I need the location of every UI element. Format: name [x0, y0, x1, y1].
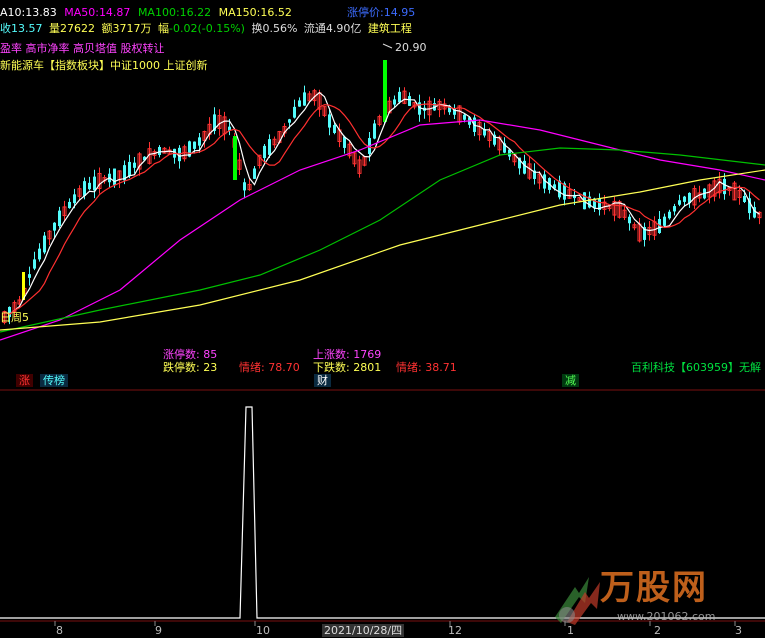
candle-body [723, 178, 726, 195]
candle-body [678, 200, 681, 205]
candle-body [53, 222, 56, 231]
change-value: -0.02(-0.15%) [169, 22, 245, 35]
candle-body [253, 168, 256, 179]
volume: 量27622 [49, 22, 95, 35]
sentiment-1: 情绪: 78.70 [239, 361, 300, 374]
candle-body [113, 168, 116, 185]
tag-chuanbang[interactable]: 传榜 [40, 374, 68, 387]
tag-zhang[interactable]: 涨 [16, 374, 33, 387]
candle-body [263, 145, 266, 159]
candle-body [683, 196, 686, 202]
candle-body [333, 125, 336, 133]
candle-body [83, 181, 86, 196]
high-price-label: 20.90 [395, 41, 427, 54]
candle-body [38, 248, 41, 260]
high-price-pointer [382, 43, 393, 49]
change-label: 幅 [158, 22, 169, 35]
watermark-logo: 万股网 www.201062.com [545, 567, 745, 627]
ma150-value: MA150:16.52 [218, 6, 292, 19]
ma100-value: MA100:16.22 [137, 6, 212, 19]
watermark-brand: 万股网 [600, 568, 708, 608]
arrows-icon [555, 577, 600, 625]
candle-body [743, 196, 746, 202]
highlight-candle [233, 136, 237, 180]
sentiment-2: 情绪: 38.71 [396, 361, 457, 374]
ma10-line [4, 91, 760, 316]
candle-body [33, 259, 36, 269]
date-8: 8 [56, 624, 63, 637]
candle-body [298, 100, 301, 107]
close-price: 收13.57 [0, 22, 43, 35]
candle-body [303, 92, 306, 106]
candle-body [668, 211, 671, 219]
stock-info: 百利科技【603959】无解 [631, 361, 761, 374]
candle-body [523, 160, 526, 174]
candle-body [73, 194, 76, 204]
candle-body [158, 147, 161, 155]
candle-body [328, 114, 331, 128]
ma50-value: MA50:14.87 [64, 6, 131, 19]
candle-body [128, 161, 131, 177]
amount: 额3717万 [101, 22, 152, 35]
current-date: 2021/10/28/四 [322, 624, 405, 637]
watermark-site: www.201062.com [617, 610, 716, 623]
candle-body [243, 182, 246, 191]
concept-tags-row1: 盈率 高市净率 高贝塔值 股权转让 [0, 42, 165, 55]
candle-body [398, 91, 401, 103]
candle-body [293, 106, 296, 118]
week-label: 日周5 [0, 311, 29, 324]
candle-body [628, 216, 631, 224]
ma150-line [0, 169, 765, 331]
candle-body [268, 139, 271, 155]
float-cap: 流通4.90亿 [303, 22, 362, 35]
stock-chart-window: A10:13.83 MA50:14.87 MA100:16.22 MA150:1… [0, 0, 765, 638]
date-10: 10 [256, 624, 270, 637]
candle-body [68, 201, 71, 209]
candle-body [408, 96, 411, 106]
candle-body [393, 99, 396, 105]
candle-body [28, 274, 31, 278]
candle-body [673, 206, 676, 212]
candle-body [88, 182, 91, 190]
ma-lines-group [0, 91, 765, 341]
candle-body [663, 216, 666, 226]
candle-body [43, 235, 46, 253]
candle-body [193, 141, 196, 149]
candle-body [93, 176, 96, 191]
highlight-candle [383, 60, 387, 122]
turnover: 换0.56% [251, 22, 298, 35]
down-count: 下跌数: 2801 [313, 361, 382, 374]
candle-body [58, 210, 61, 227]
tag-cai[interactable]: 财 [314, 374, 331, 387]
ma10-value: A10:13.83 [0, 6, 57, 19]
concept-tags-row2: 新能源车【指数板块】中证1000 上证创新 [0, 59, 208, 72]
candlestick-chart[interactable] [0, 0, 765, 638]
date-12: 12 [448, 624, 462, 637]
candle-body [463, 114, 466, 120]
candle-body [198, 137, 201, 146]
candle-body [133, 162, 136, 168]
tag-jian[interactable]: 减 [562, 374, 579, 387]
date-9: 9 [155, 624, 162, 637]
industry: 建筑工程 [367, 22, 412, 35]
limit-up-count: 涨停数: 85 [163, 348, 218, 361]
up-count: 上涨数: 1769 [313, 348, 382, 361]
limit-up-price: 涨停价:14.95 [347, 6, 416, 19]
ma-red-line [4, 103, 760, 316]
candle-body [373, 123, 376, 139]
candle-body [288, 119, 291, 123]
candles-group [2, 60, 762, 325]
limit-down-count: 跌停数: 23 [163, 361, 218, 374]
